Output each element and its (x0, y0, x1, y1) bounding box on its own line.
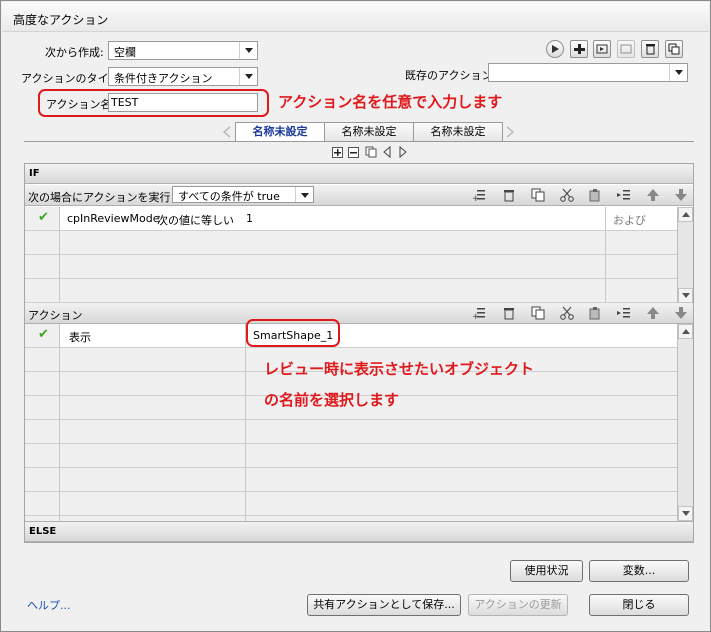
condition-toolbar: 次の場合にアクションを実行 :: すべての条件が true + (25, 185, 693, 206)
update-action-button[interactable]: アクションの更新 (468, 594, 568, 616)
actions-scrollbar[interactable] (677, 324, 693, 521)
check-icon: ✔ (38, 327, 49, 342)
svg-text:+: + (472, 194, 480, 202)
check-icon: ✔ (38, 210, 49, 225)
remove-tab-icon[interactable] (348, 147, 359, 158)
action-type-value: 条件付きアクション (114, 72, 213, 85)
move-up-icon[interactable] (646, 188, 660, 202)
add-action-icon[interactable] (570, 40, 588, 58)
tab-3[interactable]: 名称未設定 (413, 122, 503, 141)
condition-operator[interactable]: 次の値に等しい (157, 212, 234, 228)
action-command[interactable]: 表示 (69, 329, 91, 345)
target-highlight (246, 319, 340, 347)
table-row (25, 231, 677, 255)
scroll-down-icon[interactable] (678, 288, 693, 303)
save-shared-action-button[interactable]: 共有アクションとして保存... (307, 594, 461, 616)
table-row (25, 444, 677, 468)
add-row-icon[interactable]: + (472, 306, 486, 320)
action-name-label: アクション名: (46, 98, 116, 111)
action-editor-panel: IF 次の場合にアクションを実行 :: すべての条件が true + ✔ cpI… (24, 163, 694, 543)
table-row (25, 492, 677, 516)
actions-header-label: アクション (28, 309, 83, 322)
condition-grid: ✔ cpInReviewMode 次の値に等しい 1 および (25, 207, 677, 303)
paste-icon[interactable] (588, 188, 602, 202)
if-header-label: IF (29, 168, 40, 179)
tabs-divider (24, 141, 694, 142)
tabs-right-arrow-icon[interactable] (504, 125, 516, 139)
duplicate-icon[interactable] (665, 40, 683, 58)
move-down-icon[interactable] (674, 188, 688, 202)
table-row (25, 255, 677, 279)
copy-tab-icon[interactable] (365, 146, 377, 158)
condition-scrollbar[interactable] (677, 207, 693, 303)
existing-action-label: 既存のアクション: (405, 69, 497, 82)
move-tab-left-icon[interactable] (382, 146, 392, 158)
else-header[interactable]: ELSE (25, 521, 693, 542)
move-down-icon[interactable] (674, 306, 688, 320)
create-from-value: 空欄 (114, 46, 136, 59)
table-row (25, 468, 677, 492)
chevron-down-icon (239, 68, 257, 85)
move-tab-right-icon[interactable] (398, 146, 408, 158)
export-icon[interactable] (617, 40, 635, 58)
create-from-label: 次から作成: (45, 46, 104, 59)
title-bar: 高度なアクション (2, 2, 709, 32)
add-tab-icon[interactable] (332, 147, 343, 158)
cut-icon[interactable] (560, 188, 574, 202)
trash-icon[interactable] (502, 188, 516, 202)
table-row (25, 279, 677, 303)
action-name-input[interactable]: TEST (108, 93, 258, 112)
chevron-down-icon (669, 64, 687, 81)
object-hint-line2: の名前を選択します (264, 391, 400, 409)
cut-icon[interactable] (560, 306, 574, 320)
advanced-actions-dialog: 高度なアクション 次から作成: 空欄 アクションのタイプ: 条件付きアクション … (0, 0, 711, 632)
add-row-icon[interactable]: + (472, 188, 486, 202)
condition-mode-dropdown[interactable]: すべての条件が true (172, 186, 314, 203)
tab-1[interactable]: 名称未設定 (235, 122, 325, 141)
condition-label: 次の場合にアクションを実行 :: (28, 191, 182, 204)
condition-value[interactable]: 1 (246, 212, 253, 225)
help-link[interactable]: ヘルプ... (27, 597, 71, 613)
action-type-dropdown[interactable]: 条件付きアクション (108, 67, 258, 86)
table-row (25, 420, 677, 444)
variables-button[interactable]: 変数... (589, 560, 689, 582)
paste-icon[interactable] (588, 306, 602, 320)
name-hint-annotation: アクション名を任意で入力します (278, 93, 503, 111)
copy-row-icon[interactable] (531, 306, 545, 320)
condition-mode-value: すべての条件が true (178, 190, 280, 203)
else-header-label: ELSE (29, 526, 57, 537)
if-header: IF (25, 164, 693, 184)
preview-play-icon[interactable] (546, 40, 564, 58)
import-icon[interactable] (593, 40, 611, 58)
tab-2[interactable]: 名称未設定 (324, 122, 414, 141)
table-row[interactable]: ✔ cpInReviewMode 次の値に等しい 1 および (25, 207, 677, 231)
create-from-dropdown[interactable]: 空欄 (108, 41, 258, 60)
move-up-icon[interactable] (646, 306, 660, 320)
scroll-down-icon[interactable] (678, 506, 693, 521)
object-hint-line1: レビュー時に表示させたいオブジェクト (264, 360, 535, 378)
chevron-down-icon (295, 187, 313, 202)
scroll-up-icon[interactable] (678, 324, 693, 339)
trash-icon[interactable] (502, 306, 516, 320)
window-title: 高度なアクション (13, 13, 109, 27)
copy-row-icon[interactable] (531, 188, 545, 202)
usage-button[interactable]: 使用状況 (510, 560, 583, 582)
chevron-down-icon (239, 42, 257, 59)
condition-logic[interactable]: および (613, 212, 646, 228)
table-row[interactable]: ✔ 表示 SmartShape_1 (25, 324, 677, 348)
svg-text:+: + (472, 312, 480, 320)
action-name-value: TEST (111, 96, 139, 109)
tabs-left-arrow-icon[interactable] (221, 125, 233, 139)
insert-row-icon[interactable] (617, 306, 631, 320)
insert-row-icon[interactable] (617, 188, 631, 202)
trash-icon[interactable] (641, 40, 659, 58)
condition-variable[interactable]: cpInReviewMode (67, 212, 159, 225)
existing-action-dropdown[interactable] (488, 63, 688, 82)
actions-grid: ✔ 表示 SmartShape_1 (25, 324, 677, 521)
actions-toolbar: アクション + (25, 303, 693, 324)
scroll-up-icon[interactable] (678, 207, 693, 222)
close-button[interactable]: 閉じる (589, 594, 689, 616)
